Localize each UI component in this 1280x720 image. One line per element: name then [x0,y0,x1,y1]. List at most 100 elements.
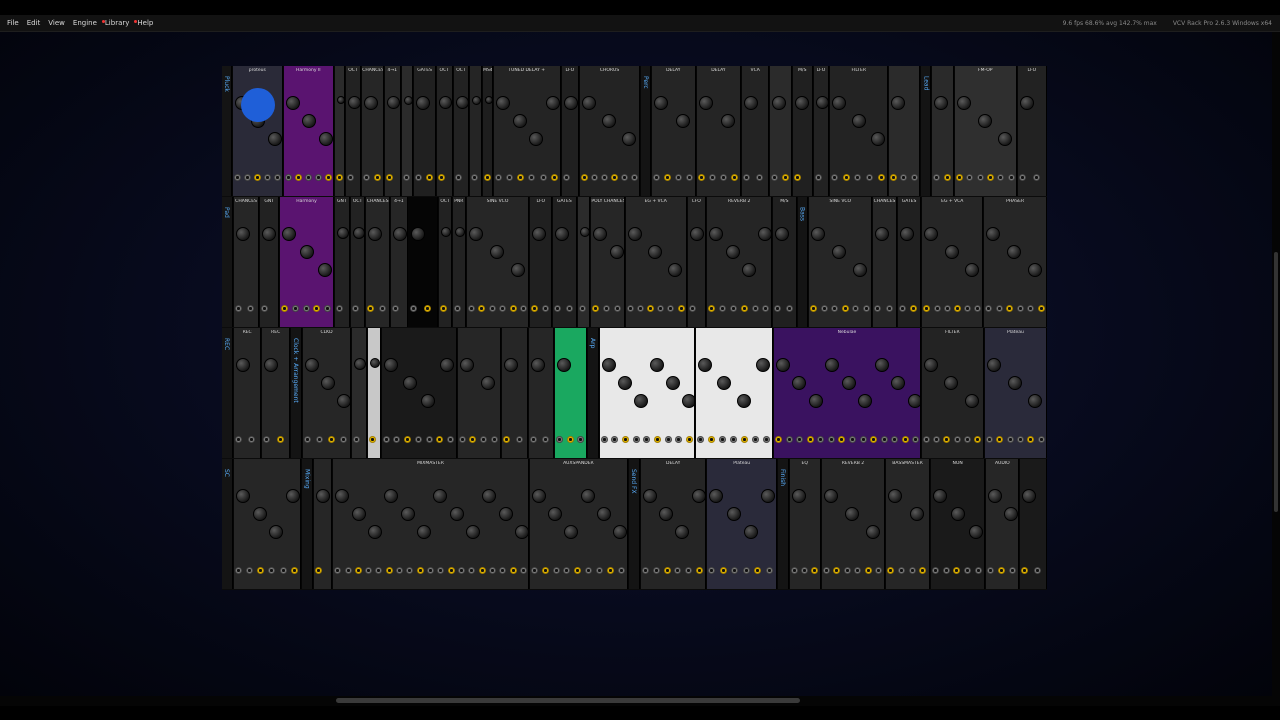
knob[interactable] [468,227,483,241]
jack[interactable] [910,305,918,312]
module[interactable]: REC [222,328,233,458]
jack[interactable] [509,305,517,312]
jack[interactable] [975,567,983,574]
jack[interactable] [843,567,851,574]
module[interactable]: DELAY [696,66,741,196]
jack[interactable] [719,436,727,443]
module[interactable] [457,328,502,458]
knob[interactable] [416,96,431,110]
jack[interactable] [1034,567,1042,574]
knob[interactable] [531,489,546,503]
jack[interactable] [363,174,371,181]
jack[interactable] [708,567,716,574]
jack[interactable] [529,436,537,443]
jack[interactable] [854,567,862,574]
knob[interactable] [633,394,648,408]
jack[interactable] [810,305,818,312]
jack[interactable] [955,174,963,181]
knob[interactable] [269,525,284,539]
module[interactable]: LFO [687,197,707,327]
jack[interactable] [754,567,762,574]
knob[interactable] [986,227,1001,241]
jack[interactable] [632,436,640,443]
knob[interactable] [988,489,1003,503]
jack[interactable] [731,567,739,574]
module[interactable]: Clock + Arrangement [291,328,302,458]
knob[interactable] [302,114,317,128]
knob[interactable] [582,96,597,110]
jack[interactable] [730,436,738,443]
module[interactable]: MS4 [483,66,493,196]
module[interactable]: SINE VCO [466,197,530,327]
knob[interactable] [318,263,332,277]
jack[interactable] [1007,174,1015,181]
knob[interactable] [530,358,545,372]
knob[interactable] [410,227,425,241]
jack[interactable] [1021,567,1029,574]
module[interactable]: GATES [897,197,922,327]
module[interactable]: Bass [797,197,809,327]
knob[interactable] [932,489,947,503]
jack[interactable] [611,174,619,181]
module[interactable]: LFO [561,66,580,196]
knob[interactable] [792,376,807,390]
jack[interactable] [849,436,857,443]
jack[interactable] [520,305,528,312]
knob[interactable] [998,132,1013,146]
knob[interactable] [400,507,415,521]
module[interactable] [314,459,333,589]
jack[interactable] [591,174,599,181]
jack[interactable] [931,567,939,574]
knob[interactable] [1007,245,1022,259]
knob[interactable] [548,507,563,521]
jack[interactable] [827,436,835,443]
jack[interactable] [268,567,276,574]
knob[interactable] [622,132,637,146]
jack[interactable] [742,567,750,574]
jack[interactable] [719,567,727,574]
jack[interactable] [897,567,905,574]
module[interactable]: REC [262,328,291,458]
module[interactable]: CHORUS [580,66,640,196]
module[interactable]: Plateau [707,459,777,589]
jack[interactable] [1037,436,1045,443]
jack[interactable] [675,436,683,443]
jack[interactable] [454,174,462,181]
knob[interactable] [1028,394,1043,408]
jack[interactable] [480,436,488,443]
jack[interactable] [995,305,1003,312]
jack[interactable] [528,174,536,181]
jack[interactable] [854,174,862,181]
jack[interactable] [488,305,496,312]
jack[interactable] [998,567,1006,574]
jack[interactable] [933,174,941,181]
jack[interactable] [859,436,867,443]
jack[interactable] [365,567,373,574]
module[interactable]: OCT [439,197,452,327]
jack[interactable] [382,436,390,443]
jack[interactable] [414,436,422,443]
knob[interactable] [393,227,407,241]
knob[interactable] [1022,489,1037,503]
jack[interactable] [785,436,793,443]
jack[interactable] [685,174,693,181]
jack[interactable] [785,305,793,312]
knob[interactable] [285,96,300,110]
jack[interactable] [554,305,562,312]
jack[interactable] [542,436,550,443]
knob[interactable] [741,263,756,277]
module[interactable]: TUNED DELAY + [493,66,561,196]
knob[interactable] [709,489,724,503]
knob[interactable] [286,489,301,503]
jack[interactable] [966,174,974,181]
jack[interactable] [985,436,993,443]
module[interactable]: Finish [777,459,789,589]
knob[interactable] [336,394,351,408]
jack[interactable] [697,436,705,443]
knob[interactable] [844,507,859,521]
jack[interactable] [621,436,629,443]
knob[interactable] [440,358,455,372]
jack[interactable] [234,305,242,312]
knob[interactable] [691,489,706,503]
jack[interactable] [314,174,322,181]
